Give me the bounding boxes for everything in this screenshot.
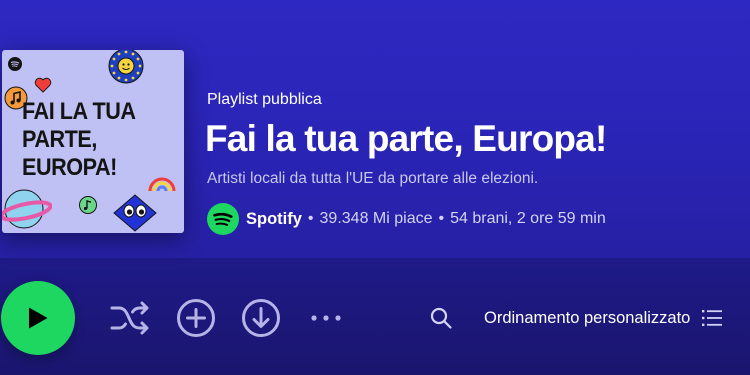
download-circle-icon (242, 299, 280, 337)
playlist-meta: Spotify • 39.348 Mi piace • 54 brani, 2 … (207, 203, 606, 235)
playlist-owner-link[interactable]: Spotify (246, 210, 302, 229)
add-to-library-button[interactable] (176, 298, 216, 338)
eu-stars-sticker-icon (108, 50, 144, 84)
playlist-title[interactable]: Fai la tua parte, Europa! (205, 115, 607, 163)
list-view-icon (702, 310, 723, 326)
music-note-small-sticker-icon (79, 196, 97, 214)
playlist-cover-art[interactable]: FAI LA TUA PARTE, EUROPA! (2, 50, 184, 233)
play-button[interactable] (1, 281, 75, 355)
search-icon (430, 307, 452, 329)
meta-separator: • (307, 210, 314, 227)
shuffle-icon (110, 301, 149, 335)
sort-label: Ordinamento personalizzato (484, 308, 691, 327)
heart-sticker-icon (34, 77, 52, 93)
play-icon (29, 307, 48, 329)
add-circle-icon (177, 299, 215, 337)
search-in-playlist-button[interactable] (428, 305, 454, 331)
playlist-description: Artisti locali da tutta l'UE da portare … (207, 170, 539, 187)
spotify-logo-icon[interactable] (207, 203, 239, 235)
sort-dropdown[interactable]: Ordinamento personalizzato (484, 306, 723, 330)
more-options-button[interactable] (306, 306, 346, 330)
meta-separator: • (438, 210, 445, 227)
shuffle-button[interactable] (110, 298, 152, 338)
likes-count: 39.348 Mi piace (319, 210, 433, 227)
playlist-type-label: Playlist pubblica (207, 91, 322, 108)
track-stats: 54 brani, 2 ore 59 min (450, 210, 606, 227)
spotify-small-logo-icon (8, 57, 22, 71)
more-options-icon (311, 315, 341, 321)
eyes-sticker-icon (113, 194, 157, 232)
download-button[interactable] (241, 298, 281, 338)
planet-sticker-icon (2, 189, 52, 229)
cover-title-text: FAI LA TUA PARTE, EUROPA! (22, 98, 136, 181)
rainbow-sticker-icon (148, 177, 176, 192)
